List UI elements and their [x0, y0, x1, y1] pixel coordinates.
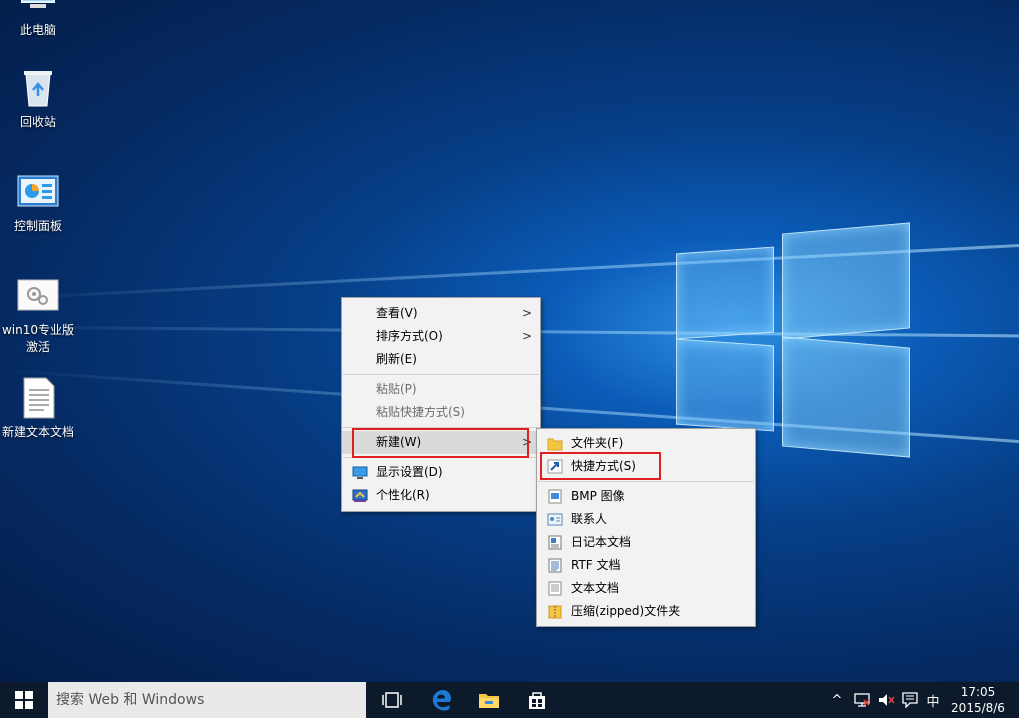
menu-item-new-rtf[interactable]: RTF 文档 — [537, 554, 755, 577]
taskbar: 搜索 Web 和 Windows ^ 中 17:05 2015/8/6 — [0, 682, 1019, 718]
action-center-button[interactable] — [898, 682, 922, 718]
menu-item-new-journal[interactable]: 日记本文档 — [537, 531, 755, 554]
clock-date: 2015/8/6 — [951, 701, 1005, 715]
search-input[interactable]: 搜索 Web 和 Windows — [48, 682, 366, 718]
logo-pane — [676, 338, 774, 432]
this-pc-icon — [16, 0, 60, 18]
logo-pane — [782, 222, 910, 340]
network-icon — [854, 693, 870, 707]
menu-item-label: 刷新(E) — [376, 352, 417, 366]
display-settings-icon — [352, 465, 368, 480]
menu-item-label: 压缩(zipped)文件夹 — [571, 604, 681, 618]
recycle-bin-icon — [16, 66, 60, 110]
chevron-up-icon: ^ — [831, 692, 843, 708]
desktop-icon-label: win10专业版 — [1, 323, 75, 337]
menu-item-new-text[interactable]: 文本文档 — [537, 577, 755, 600]
shortcut-file-icon — [16, 274, 60, 318]
menu-item-label: RTF 文档 — [571, 558, 621, 572]
menu-item-label: 显示设置(D) — [376, 465, 443, 479]
desktop-icon-label: 此电脑 — [19, 23, 56, 37]
chevron-right-icon: > — [521, 306, 532, 320]
contact-icon — [547, 512, 563, 527]
menu-item-view[interactable]: 查看(V) > — [342, 302, 540, 325]
menu-item-paste: 粘贴(P) — [342, 378, 540, 401]
text-document-icon — [547, 581, 563, 596]
desktop-context-menu: 查看(V) > 排序方式(O) > 刷新(E) 粘贴(P) 粘贴快捷方式(S) … — [341, 297, 541, 512]
menu-item-label: 文本文档 — [571, 581, 620, 595]
logo-pane — [676, 246, 774, 340]
menu-separator — [538, 481, 754, 482]
chevron-right-icon: > — [521, 329, 532, 343]
text-document-icon — [16, 376, 60, 420]
menu-item-label: 粘贴(P) — [376, 382, 417, 396]
desktop-icon-label: 激活 — [25, 340, 50, 354]
menu-item-label: 排序方式(O) — [376, 329, 443, 343]
rtf-document-icon — [547, 558, 563, 573]
notification-icon — [902, 692, 918, 708]
menu-item-label: 日记本文档 — [571, 535, 632, 549]
edge-icon — [432, 690, 451, 711]
menu-item-sort[interactable]: 排序方式(O) > — [342, 325, 540, 348]
volume-button[interactable] — [874, 682, 898, 718]
highlight-box-new — [352, 428, 529, 458]
desktop-icon-new-text-document[interactable]: 新建文本文档 — [0, 376, 76, 441]
menu-item-new-contact[interactable]: 联系人 — [537, 508, 755, 531]
menu-item-new-bmp[interactable]: BMP 图像 — [537, 485, 755, 508]
menu-item-personalize[interactable]: 个性化(R) — [342, 484, 540, 507]
store-button[interactable] — [515, 682, 559, 718]
journal-document-icon — [547, 535, 563, 550]
volume-muted-icon — [879, 694, 895, 706]
system-clock[interactable]: 17:05 2015/8/6 — [947, 684, 1009, 716]
show-hidden-icons-button[interactable]: ^ — [826, 682, 848, 718]
ime-label: 中 — [926, 694, 940, 710]
edge-browser-button[interactable] — [419, 682, 463, 718]
highlight-box-shortcut — [540, 452, 661, 480]
menu-separator — [343, 374, 539, 375]
bmp-image-icon — [547, 489, 563, 504]
windows-logo-icon — [15, 691, 33, 709]
menu-item-refresh[interactable]: 刷新(E) — [342, 348, 540, 371]
personalize-icon — [352, 488, 368, 503]
clock-time: 17:05 — [960, 685, 996, 699]
desktop-background[interactable]: 此电脑 回收站 控制面板 win10专业版 激活 新建文本文档 查看(V) > … — [0, 0, 1019, 682]
menu-item-paste-shortcut: 粘贴快捷方式(S) — [342, 401, 540, 424]
menu-item-label: BMP 图像 — [571, 489, 625, 503]
store-icon — [529, 692, 545, 709]
search-placeholder: 搜索 Web 和 Windows — [56, 692, 205, 708]
folder-icon — [547, 436, 563, 451]
logo-pane — [782, 336, 910, 458]
task-view-icon — [382, 692, 402, 708]
network-status-button[interactable] — [850, 682, 874, 718]
desktop-icon-control-panel[interactable]: 控制面板 — [0, 170, 76, 235]
file-explorer-icon — [479, 694, 499, 708]
desktop-icon-this-pc[interactable]: 此电脑 — [0, 0, 76, 39]
menu-item-label: 联系人 — [571, 512, 608, 526]
desktop-icon-label: 控制面板 — [13, 219, 62, 233]
menu-item-label: 查看(V) — [376, 306, 418, 320]
zip-folder-icon — [547, 604, 563, 619]
menu-item-new-zip[interactable]: 压缩(zipped)文件夹 — [537, 600, 755, 623]
menu-item-label: 粘贴快捷方式(S) — [376, 405, 465, 419]
ime-indicator[interactable]: 中 — [922, 682, 944, 718]
menu-item-display-settings[interactable]: 显示设置(D) — [342, 461, 540, 484]
desktop-icon-label: 新建文本文档 — [1, 425, 74, 439]
start-button[interactable] — [2, 682, 46, 718]
desktop-icon-recycle-bin[interactable]: 回收站 — [0, 66, 76, 131]
control-panel-icon — [16, 170, 60, 214]
desktop-icon-label: 回收站 — [19, 115, 56, 129]
menu-item-label: 文件夹(F) — [571, 436, 624, 450]
menu-item-label: 个性化(R) — [376, 488, 430, 502]
file-explorer-button[interactable] — [467, 682, 511, 718]
desktop-icon-win10-activation[interactable]: win10专业版 激活 — [0, 274, 76, 356]
task-view-button[interactable] — [370, 682, 414, 718]
